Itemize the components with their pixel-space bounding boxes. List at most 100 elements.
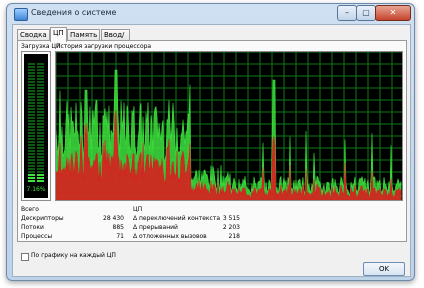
meter-segment <box>37 111 44 113</box>
meter-segment <box>37 177 44 179</box>
meter-segment <box>28 93 35 95</box>
meter-segment <box>28 168 35 170</box>
window-title: Сведения о системе <box>31 8 117 17</box>
meter-segment <box>37 63 44 65</box>
meter-segment <box>28 90 35 92</box>
meter-segment <box>28 63 35 65</box>
meter-segment <box>28 138 35 140</box>
meter-segment <box>37 144 44 146</box>
minimize-button[interactable]: – <box>337 5 357 21</box>
meter-segment <box>37 96 44 98</box>
cpu-history-graph <box>55 51 403 201</box>
meter-segment <box>28 132 35 134</box>
stat-label: Процессы <box>21 233 53 240</box>
meter-segment <box>37 126 44 128</box>
cpu-tab-page: Загрузка ЦП История загрузки процессора … <box>17 40 407 242</box>
meter-segment <box>37 90 44 92</box>
meter-segment <box>37 78 44 80</box>
stat-processes: Процессы 71 <box>21 233 124 241</box>
meter-segment <box>37 93 44 95</box>
meter-segment <box>28 150 35 152</box>
per-cpu-graph-label: По графику на каждый ЦП <box>31 252 116 259</box>
meter-segment <box>28 102 35 104</box>
stat-value: 28 430 <box>103 215 124 222</box>
cpu-history-plot <box>56 52 402 200</box>
meter-segment <box>28 135 35 137</box>
meter-segment <box>28 153 35 155</box>
cpu-usage-bar <box>28 63 44 182</box>
meter-segment <box>37 66 44 68</box>
stat-value: 71 <box>116 233 124 240</box>
meter-segment <box>37 81 44 83</box>
stat-label: Δ переключений контекста <box>133 215 220 222</box>
system-info-window: Сведения о системе – ▢ ✕ Сводка ЦП Памят… <box>6 3 415 281</box>
meter-segment <box>37 105 44 107</box>
meter-segment <box>37 153 44 155</box>
meter-segment <box>37 135 44 137</box>
stat-value: 885 <box>112 224 124 231</box>
cpu-usage-label: Загрузка ЦП <box>21 43 61 50</box>
meter-segment <box>28 87 35 89</box>
stat-value: 2 203 <box>222 224 240 231</box>
stat-interrupts: Δ прерываний 2 203 <box>133 224 240 232</box>
tab-cpu[interactable]: ЦП <box>50 27 67 42</box>
cpu-usage-meter: 7.16% <box>21 51 51 201</box>
meter-segment <box>37 165 44 167</box>
meter-segment <box>37 117 44 119</box>
meter-segment <box>37 141 44 143</box>
meter-segment <box>37 147 44 149</box>
close-button[interactable]: ✕ <box>375 5 411 21</box>
meter-segment <box>28 165 35 167</box>
stat-label: Дескрипторы <box>21 215 64 222</box>
meter-segment <box>37 171 44 173</box>
meter-segment <box>37 120 44 122</box>
meter-segment <box>28 108 35 110</box>
meter-segment <box>37 150 44 152</box>
meter-segment <box>37 168 44 170</box>
meter-segment <box>37 132 44 134</box>
stat-label: Потоки <box>21 224 44 231</box>
stat-value: 218 <box>228 233 240 240</box>
stat-dpcs: Δ отложенных вызовов 218 <box>133 233 240 241</box>
meter-segment <box>28 114 35 116</box>
stat-label: Δ отложенных вызовов <box>133 233 207 240</box>
cpu-history-label: История загрузки процессора <box>56 43 152 50</box>
meter-segment <box>37 75 44 77</box>
meter-segment <box>37 174 44 176</box>
meter-segment <box>28 162 35 164</box>
meter-segment <box>28 120 35 122</box>
maximize-button[interactable]: ▢ <box>356 5 376 21</box>
cpu-usage-display: 7.16% <box>24 54 48 198</box>
meter-segment <box>28 96 35 98</box>
meter-segment <box>37 72 44 74</box>
meter-segment <box>37 159 44 161</box>
meter-segment <box>28 156 35 158</box>
meter-segment <box>28 75 35 77</box>
meter-segment <box>37 102 44 104</box>
meter-segment <box>28 141 35 143</box>
meter-segment <box>28 174 35 176</box>
ok-button[interactable]: OK <box>363 262 405 276</box>
system-info-icon <box>14 8 28 21</box>
meter-segment <box>28 171 35 173</box>
meter-segment <box>28 105 35 107</box>
meter-segment <box>28 147 35 149</box>
meter-segment <box>37 114 44 116</box>
meter-segment <box>28 159 35 161</box>
stat-label: Δ прерываний <box>133 224 178 231</box>
totals-header: Всего <box>21 206 39 213</box>
meter-segment <box>37 162 44 164</box>
meter-segment <box>37 138 44 140</box>
meter-segment <box>28 78 35 80</box>
meter-segment <box>37 180 44 182</box>
meter-segment <box>28 180 35 182</box>
meter-segment <box>28 126 35 128</box>
meter-segment <box>28 99 35 101</box>
meter-segment <box>28 66 35 68</box>
stat-context-switches: Δ переключений контекста 3 515 <box>133 215 240 223</box>
title-bar: Сведения о системе – ▢ ✕ <box>7 4 414 24</box>
per-cpu-graph-checkbox[interactable] <box>21 253 29 261</box>
meter-segment <box>28 111 35 113</box>
meter-segment <box>28 177 35 179</box>
stat-value: 3 515 <box>222 215 240 222</box>
